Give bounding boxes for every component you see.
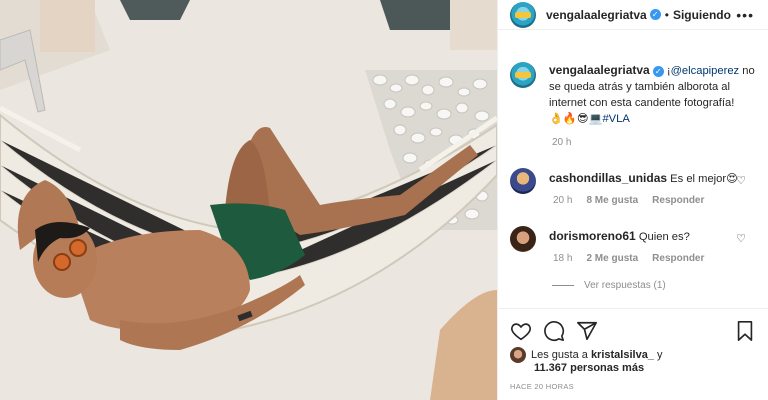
likes-summary: Les gusta a kristalsilva_ y xyxy=(510,347,663,363)
post-actions-bar xyxy=(498,308,768,348)
bookmark-icon[interactable] xyxy=(734,320,756,342)
separator-dot: • xyxy=(664,7,669,22)
post-caption: vengalaalegriatva ✓ ¡@elcapiperez no se q… xyxy=(510,62,758,127)
following-button[interactable]: Siguiendo xyxy=(673,8,731,22)
comment-time: 20 h xyxy=(553,195,573,206)
author-avatar[interactable] xyxy=(510,1,536,28)
likes-count-line: 11.367 personas más xyxy=(534,362,644,374)
replies-divider xyxy=(552,285,574,286)
hammock-photo-illustration xyxy=(0,0,497,400)
post-header: vengalaalegriatva ✓ • Siguiendo ••• xyxy=(498,0,768,30)
view-replies-label: Ver respuestas (1) xyxy=(584,280,666,291)
commenter-avatar[interactable] xyxy=(510,168,536,194)
comment-body: cashondillas_unidas Es el mejor😍 xyxy=(549,168,738,194)
comment-like-heart-icon[interactable]: ♡ xyxy=(736,174,746,187)
comment-username[interactable]: dorismoreno61 xyxy=(549,229,636,243)
post-photo[interactable] xyxy=(0,0,497,400)
comment-username[interactable]: cashondillas_unidas xyxy=(549,171,667,185)
post-side-panel: vengalaalegriatva ✓ • Siguiendo ••• veng… xyxy=(497,0,768,400)
likes-text: Les gusta a kristalsilva_ y xyxy=(531,349,663,361)
comment-reply-button[interactable]: Responder xyxy=(652,195,704,206)
verified-badge-icon: ✓ xyxy=(652,65,664,77)
share-icon[interactable] xyxy=(576,320,598,342)
likes-count[interactable]: 11.367 personas más xyxy=(534,362,644,374)
view-replies-button[interactable]: Ver respuestas (1) xyxy=(552,280,666,291)
comment-meta-row: 20 h 8 Me gusta Responder xyxy=(510,195,758,209)
heart-icon[interactable] xyxy=(510,320,532,342)
caption-avatar[interactable] xyxy=(510,62,536,88)
comment-reply-button[interactable]: Responder xyxy=(652,253,704,264)
liker-avatar[interactable] xyxy=(510,347,526,363)
comment-text: Es el mejor😍 xyxy=(670,173,738,185)
liker-username[interactable]: kristalsilva_ xyxy=(591,349,654,361)
author-username[interactable]: vengalaalegriatva xyxy=(546,8,647,22)
likes-prefix: Les gusta a xyxy=(531,349,591,361)
comment-text: Quien es? xyxy=(638,231,690,243)
comment-item: dorismoreno61 Quien es? ♡ xyxy=(510,226,758,252)
comment-time: 18 h xyxy=(553,253,573,264)
post-timestamp: HACE 20 HORAS xyxy=(510,382,574,391)
comment-meta: 18 h 2 Me gusta Responder xyxy=(553,253,704,264)
ellipsis-icon[interactable]: ••• xyxy=(736,7,754,23)
comment-meta: 20 h 8 Me gusta Responder xyxy=(553,195,704,206)
caption-username[interactable]: vengalaalegriatva xyxy=(549,63,650,77)
verified-badge-icon: ✓ xyxy=(649,9,661,20)
comment-icon[interactable] xyxy=(543,320,565,342)
likes-connector: y xyxy=(653,349,663,361)
caption-mention-link[interactable]: @elcapiperez xyxy=(671,65,740,77)
comment-likes-count[interactable]: 8 Me gusta xyxy=(586,195,638,206)
caption-text: vengalaalegriatva ✓ ¡@elcapiperez no se q… xyxy=(549,62,758,127)
comment-meta-row: 18 h 2 Me gusta Responder xyxy=(510,253,758,267)
caption-hashtag-link[interactable]: #VLA xyxy=(602,113,629,125)
comment-like-heart-icon[interactable]: ♡ xyxy=(736,232,746,245)
caption-time: 20 h xyxy=(552,137,572,148)
caption-emoji-line: 👌🔥😎💻 xyxy=(549,113,603,125)
commenter-avatar[interactable] xyxy=(510,226,536,252)
comment-item: cashondillas_unidas Es el mejor😍 ♡ xyxy=(510,168,758,194)
comment-body: dorismoreno61 Quien es? xyxy=(549,226,690,252)
comment-likes-count[interactable]: 2 Me gusta xyxy=(586,253,638,264)
